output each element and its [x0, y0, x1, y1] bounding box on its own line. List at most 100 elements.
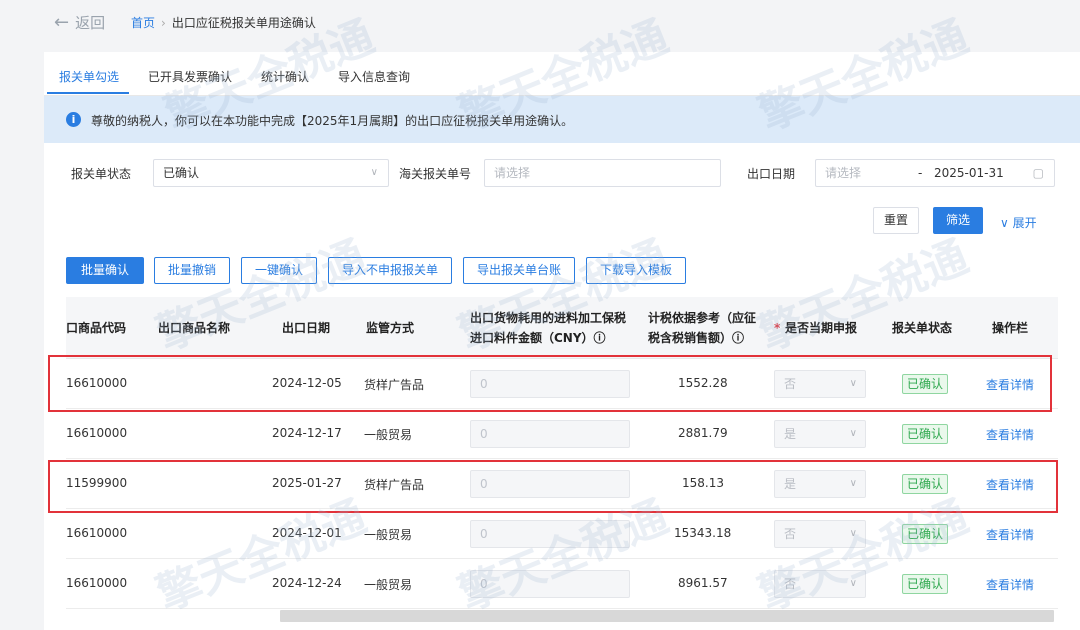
view-details-link[interactable]: 查看详情	[986, 576, 1034, 593]
view-details-link[interactable]: 查看详情	[986, 426, 1034, 443]
export-date-label: 出口日期	[747, 167, 796, 181]
col-name: 出口商品名称	[158, 321, 231, 335]
import-undeclared-button[interactable]: 导入不申报报关单	[328, 257, 452, 284]
info-icon: i	[66, 112, 81, 127]
view-details-link[interactable]: 查看详情	[986, 376, 1034, 393]
horizontal-scrollbar[interactable]	[280, 610, 1054, 622]
cell-ref: 158.13	[682, 476, 724, 490]
table-row: 11599900 2025-01-27 货样广告品 0 158.13 是 ∨ 已确…	[66, 459, 1058, 509]
calendar-icon: ▢	[1032, 166, 1044, 180]
cell-date: 2024-12-17	[272, 426, 342, 440]
current-period-select[interactable]: 否 ∨	[774, 370, 866, 398]
view-details-link[interactable]: 查看详情	[986, 526, 1034, 543]
date-start-placeholder: 请选择	[825, 166, 862, 180]
back-button[interactable]: ← 返回	[54, 12, 105, 33]
col-code: 口商品代码	[66, 321, 127, 335]
chevron-down-icon: ∨	[370, 167, 378, 178]
batch-revoke-button[interactable]: 批量撤销	[154, 257, 230, 284]
current-period-select[interactable]: 是 ∨	[774, 420, 866, 448]
table-row: 16610000 2024-12-24 一般贸易 0 8961.57 否 ∨ 已确…	[66, 559, 1058, 609]
cell-date: 2024-12-24	[272, 576, 342, 590]
chevron-down-icon: ∨	[849, 378, 857, 389]
cell-method: 一般贸易	[364, 428, 413, 442]
expand-toggle[interactable]: ∨ 展开	[1000, 214, 1037, 231]
table-row: 16610000 2024-12-01 一般贸易 0 15343.18 否 ∨ 已…	[66, 509, 1058, 559]
cell-method: 一般贸易	[364, 528, 413, 542]
chevron-down-icon: ∨	[849, 578, 857, 589]
export-ledger-button[interactable]: 导出报关单台账	[463, 257, 575, 284]
current-period-value: 否	[784, 577, 797, 591]
reset-button[interactable]: 重置	[873, 207, 919, 234]
tab-invoiced-confirm[interactable]: 已开具发票确认	[148, 68, 232, 85]
col-amount-line1: 出口货物耗用的进料加工保税	[470, 311, 627, 325]
customs-number-placeholder: 请选择	[494, 166, 531, 180]
expand-label: 展开	[1012, 216, 1037, 230]
status-badge: 已确认	[902, 374, 949, 394]
status-badge: 已确认	[902, 474, 949, 494]
breadcrumb-home[interactable]: 首页	[131, 14, 155, 31]
export-date-range[interactable]: 请选择 - 2025-01-31 ▢	[815, 159, 1055, 187]
tab-bar: 报关单勾选 已开具发票确认 统计确认 导入信息查询	[44, 52, 1080, 96]
notice-text: 尊敬的纳税人，你可以在本功能中完成【2025年1月属期】的出口应征税报关单用途确…	[91, 114, 574, 128]
date-end-value: 2025-01-31	[934, 166, 1004, 180]
download-template-button[interactable]: 下载导入模板	[586, 257, 686, 284]
chevron-down-icon: ∨	[1000, 216, 1013, 230]
view-details-link[interactable]: 查看详情	[986, 476, 1034, 493]
col-current-required-mark: *	[774, 321, 781, 335]
current-period-value: 是	[784, 427, 797, 441]
date-range-separator: -	[918, 166, 923, 180]
customs-number-label: 海关报关单号	[399, 167, 472, 181]
chevron-down-icon: ∨	[849, 478, 857, 489]
current-period-select[interactable]: 是 ∨	[774, 470, 866, 498]
breadcrumb-current: 出口应征税报关单用途确认	[171, 16, 316, 30]
table-header: 口商品代码 出口商品名称 出口日期 监管方式 出口货物耗用的进料加工保税 进口料…	[66, 297, 1058, 359]
active-tab-indicator	[47, 92, 129, 94]
col-method: 监管方式	[366, 321, 415, 335]
cell-method: 一般贸易	[364, 578, 413, 592]
chevron-down-icon: ∨	[849, 428, 857, 439]
main-panel: 报关单勾选 已开具发票确认 统计确认 导入信息查询 i 尊敬的纳税人，你可以在本…	[44, 52, 1080, 630]
cell-code: 16610000	[66, 376, 128, 390]
amount-input[interactable]: 0	[470, 470, 630, 498]
current-period-value: 是	[784, 477, 797, 491]
col-ref-line1: 计税依据参考（应征	[648, 311, 757, 325]
amount-input[interactable]: 0	[470, 370, 630, 398]
arrow-left-icon: ←	[54, 11, 70, 33]
cell-date: 2024-12-05	[272, 376, 342, 390]
cell-method: 货样广告品	[364, 478, 425, 492]
breadcrumb-separator-icon: ›	[161, 15, 166, 30]
cell-date: 2025-01-27	[272, 476, 342, 490]
status-filter-label: 报关单状态	[71, 167, 132, 181]
col-amount-line2: 进口料件金额（CNY）ⓘ	[470, 331, 606, 345]
cell-ref: 8961.57	[678, 576, 728, 590]
current-period-value: 否	[784, 527, 797, 541]
status-badge: 已确认	[902, 424, 949, 444]
table-row: 16610000 2024-12-17 一般贸易 0 2881.79 是 ∨ 已确…	[66, 409, 1058, 459]
tab-import-query[interactable]: 导入信息查询	[338, 68, 410, 85]
customs-number-select[interactable]: 请选择	[484, 159, 721, 187]
cell-date: 2024-12-01	[272, 526, 342, 540]
current-period-value: 否	[784, 377, 797, 391]
batch-confirm-button[interactable]: 批量确认	[66, 257, 144, 284]
amount-input[interactable]: 0	[470, 570, 630, 598]
amount-input[interactable]: 0	[470, 520, 630, 548]
amount-input[interactable]: 0	[470, 420, 630, 448]
current-period-select[interactable]: 否 ∨	[774, 520, 866, 548]
status-filter-select[interactable]: 已确认 ∨	[153, 159, 389, 187]
status-filter-value: 已确认	[163, 166, 200, 180]
cell-code: 16610000	[66, 526, 128, 540]
cell-ref: 2881.79	[678, 426, 728, 440]
current-period-select[interactable]: 否 ∨	[774, 570, 866, 598]
notice-banner: i 尊敬的纳税人，你可以在本功能中完成【2025年1月属期】的出口应征税报关单用…	[44, 96, 1080, 143]
tab-statistic-confirm[interactable]: 统计确认	[261, 68, 309, 85]
back-label: 返回	[75, 14, 106, 32]
cell-code: 11599900	[66, 476, 128, 490]
filter-button[interactable]: 筛选	[933, 207, 983, 234]
table-row: 16610000 2024-12-05 货样广告品 0 1552.28 否 ∨ 已…	[66, 359, 1058, 409]
one-click-confirm-button[interactable]: 一键确认	[241, 257, 317, 284]
cell-ref: 1552.28	[678, 376, 728, 390]
cell-code: 16610000	[66, 426, 128, 440]
tab-declaration-select[interactable]: 报关单勾选	[59, 68, 119, 85]
status-badge: 已确认	[902, 524, 949, 544]
breadcrumb: 首页 › 出口应征税报关单用途确认	[131, 14, 316, 31]
